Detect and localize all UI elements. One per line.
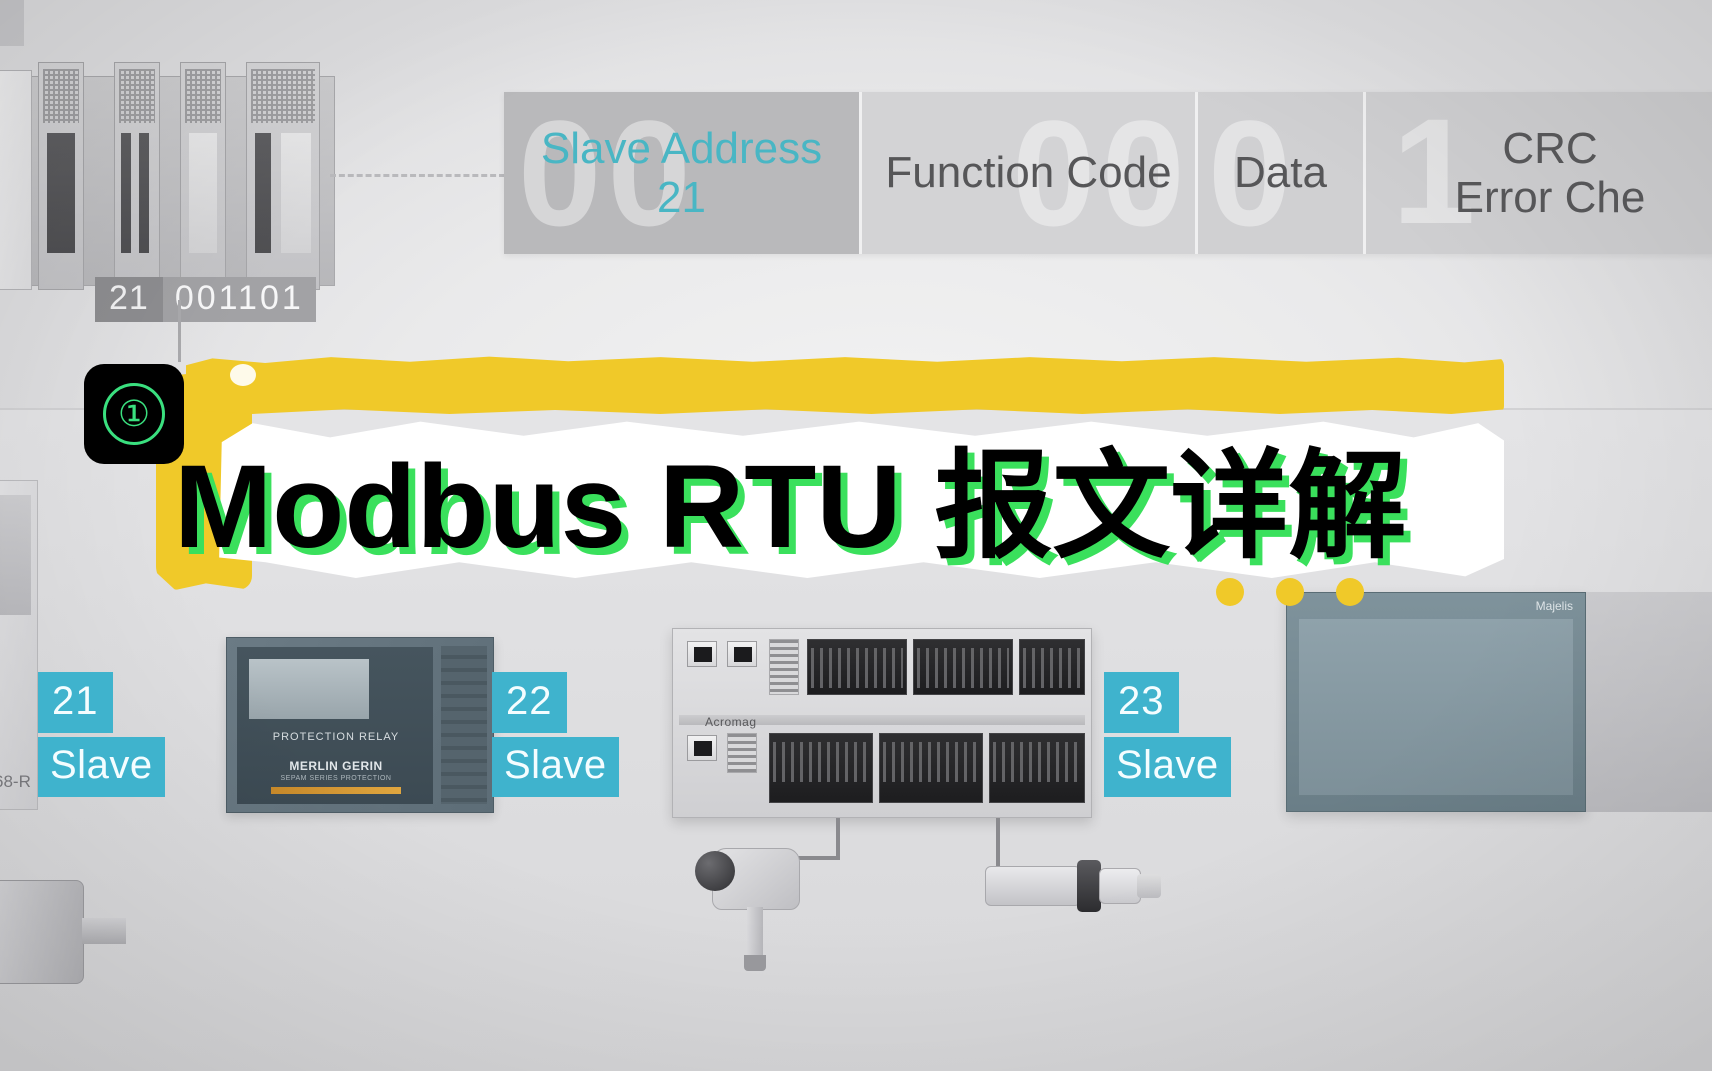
device-21-role: Slave — [38, 737, 165, 797]
frame-cell-function-code-label: Function Code — [885, 148, 1171, 197]
brush-highlight-dot — [230, 364, 256, 386]
device-label-21: 21 Slave — [38, 672, 165, 797]
device-23-role: Slave — [1104, 737, 1231, 797]
slave-address-value: 21 — [657, 173, 706, 222]
device-label-22: 22 Slave — [492, 672, 619, 797]
function-code-title: Function Code — [885, 148, 1172, 198]
chapter-number-ring: ① — [103, 383, 165, 445]
frame-cell-data-label: Data — [1234, 148, 1327, 197]
device-23-number: 23 — [1104, 672, 1179, 733]
data-title: Data — [1234, 148, 1327, 198]
device-22-role: Slave — [492, 737, 619, 797]
page-title: Modbus RTU 报文详解 — [174, 441, 1407, 573]
yellow-highlight-stroke — [186, 356, 1504, 414]
decor-dot-2 — [1276, 578, 1304, 606]
device-21-number: 21 — [38, 672, 113, 733]
crc-subtitle: Error Che — [1454, 173, 1646, 222]
slave-address-title: Slave Address — [540, 123, 823, 173]
frame-cell-crc-label: CRC Error Che — [1455, 124, 1646, 223]
decor-dot-3 — [1336, 578, 1364, 606]
device-label-23: 23 Slave — [1104, 672, 1231, 797]
title-decor-dots — [1216, 578, 1364, 606]
device-22-number: 22 — [492, 672, 567, 733]
decor-dot-1 — [1216, 578, 1244, 606]
chapter-number-badge: ① — [84, 364, 184, 464]
crc-title: CRC — [1502, 123, 1598, 173]
frame-cell-slave-address-label: Slave Address 21 — [541, 124, 822, 223]
